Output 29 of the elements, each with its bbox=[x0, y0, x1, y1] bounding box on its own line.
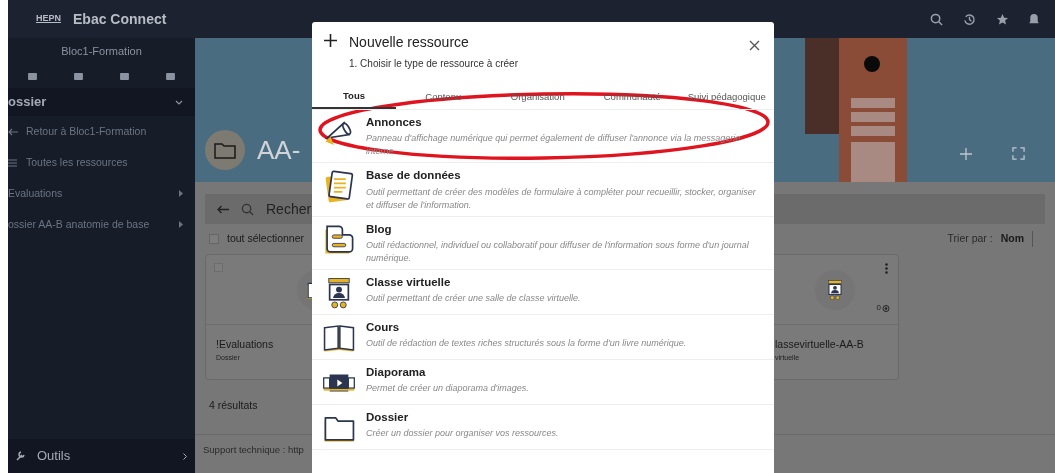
resource-type-name: Base de données bbox=[366, 168, 462, 184]
view-count: 0 bbox=[876, 302, 881, 314]
support-text: Support technique : http bbox=[203, 442, 304, 457]
card-title: lassevirtuelle-AA-B bbox=[775, 337, 864, 352]
card-title: !Evaluations bbox=[216, 337, 274, 352]
dialog-subtitle: 1. Choisir le type de ressource à créer bbox=[349, 57, 518, 71]
sidebar-header: Bloc1-Formation bbox=[60, 43, 143, 59]
resource-type-name: Classe virtuelle bbox=[366, 274, 452, 290]
resource-type-description: Outil permettant de créer une salle de classe virtuelle. bbox=[366, 292, 581, 305]
sort-label: Trier par : bbox=[947, 231, 993, 247]
results-count: 4 résultats bbox=[209, 398, 258, 413]
resource-type-name: Cours bbox=[366, 319, 401, 335]
resource-type-description: Outil permettant de créer des modèles de formulaire à compléter pour recueillir, stocker, organiser et diffuser de l'information. bbox=[366, 185, 757, 212]
resource-type-name: Dossier bbox=[366, 409, 410, 425]
sidebar-item-label: Toutes les ressources bbox=[26, 154, 128, 170]
resource-type-name: Annonces bbox=[366, 115, 423, 130]
sidebar-item-label: Retour à Bloc1-Formation bbox=[26, 123, 147, 139]
search-placeholder: Recher bbox=[266, 199, 312, 219]
dialog-title: Nouvelle ressource bbox=[349, 33, 470, 52]
select-all-label: tout sélectionner bbox=[227, 231, 305, 247]
resource-type-name: Blog bbox=[366, 221, 393, 237]
resource-type-name: Diaporama bbox=[366, 364, 427, 380]
resource-type-description: Créer un dossier pour organiser vos ressources. bbox=[366, 427, 559, 440]
page-title: AA- bbox=[257, 133, 301, 167]
resource-type-description: Permet de créer un diaporama d'images. bbox=[366, 382, 529, 395]
sidebar-item-label: Evaluations bbox=[8, 185, 63, 201]
logo: HEPN bbox=[35, 12, 61, 26]
sidebar-item-label: ossier AA-B anatomie de base bbox=[8, 216, 150, 232]
app-title: Ebac Connect bbox=[73, 9, 167, 29]
